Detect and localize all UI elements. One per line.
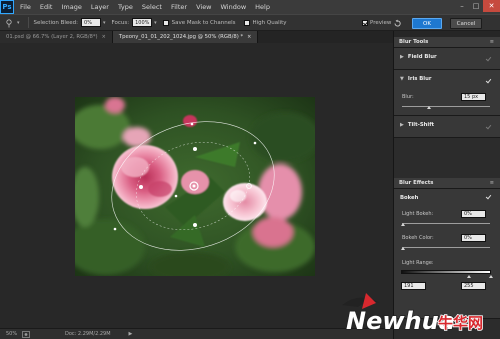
peony-photo[interactable] bbox=[75, 97, 315, 276]
menu-help[interactable]: Help bbox=[255, 3, 270, 11]
cancel-button[interactable]: Cancel bbox=[450, 18, 482, 29]
focus-dropdown-icon[interactable]: ▾ bbox=[154, 20, 157, 26]
status-bar: 50% Doc: 2.29M/2.29M ▶ bbox=[0, 328, 393, 339]
field-blur-label: Field Blur bbox=[407, 54, 437, 60]
bokeh-color-label: Bokeh Color: bbox=[402, 235, 434, 241]
blur-amount-input[interactable]: 15 px bbox=[461, 93, 486, 101]
blur-tools-title: Blur Tools bbox=[399, 39, 429, 45]
bokeh-color-slider-track[interactable] bbox=[402, 247, 490, 248]
reset-icon[interactable] bbox=[393, 19, 402, 28]
tilt-shift-label: Tilt-Shift bbox=[407, 122, 435, 128]
document-tab-bar: 01.psd @ 66.7% (Layer 2, RGB/8*) × Tpeon… bbox=[0, 31, 393, 43]
blur-amount-label: Blur: bbox=[402, 94, 414, 100]
light-bokeh-input[interactable]: 0% bbox=[461, 210, 486, 218]
preview-label: Preview bbox=[370, 20, 392, 26]
watermark-chinese: 牛华网 bbox=[438, 314, 483, 332]
minimize-button[interactable]: – bbox=[455, 0, 469, 12]
light-bokeh-slider-knob[interactable] bbox=[401, 223, 405, 226]
iris-blur-check-icon[interactable] bbox=[486, 79, 492, 85]
newhua-watermark-logo: Newhua 牛华网 bbox=[342, 293, 484, 336]
menu-edit[interactable]: Edit bbox=[40, 3, 53, 11]
light-range-min-knob[interactable] bbox=[467, 275, 471, 278]
selection-bleed-label: Selection Bleed: bbox=[33, 19, 79, 26]
tab-close-icon[interactable]: × bbox=[102, 34, 106, 40]
light-range-label: Light Range: bbox=[402, 260, 434, 266]
menu-view[interactable]: View bbox=[196, 3, 211, 11]
tilt-shift-header[interactable]: ▶ Tilt-Shift bbox=[394, 116, 500, 130]
iris-blur-header[interactable]: ▼ Iris Blur bbox=[394, 70, 500, 84]
light-bokeh-label: Light Bokeh: bbox=[402, 211, 434, 217]
light-range-max-knob[interactable] bbox=[489, 275, 493, 278]
ok-button[interactable]: OK bbox=[412, 18, 442, 29]
panel-menu-icon[interactable]: ≡ bbox=[490, 180, 494, 186]
bokeh-color-input[interactable]: 0% bbox=[461, 234, 486, 242]
window-controls: – □ ✕ bbox=[455, 0, 500, 14]
save-mask-checkbox[interactable] bbox=[162, 19, 169, 26]
preview-checkbox[interactable] bbox=[362, 20, 368, 26]
collapse-triangle-icon[interactable]: ▶ bbox=[400, 122, 404, 128]
bokeh-header: Bokeh bbox=[394, 189, 500, 203]
iris-blur-label: Iris Blur bbox=[407, 76, 432, 82]
tab-label: 01.psd @ 66.7% (Layer 2, RGB/8*) bbox=[6, 34, 98, 40]
tool-preset-arrow-icon[interactable]: ▾ bbox=[17, 20, 20, 26]
blur-effects-tab[interactable]: Blur Effects ≡ bbox=[394, 178, 500, 189]
maximize-button[interactable]: □ bbox=[469, 0, 483, 12]
tab-close-icon[interactable]: × bbox=[247, 34, 251, 40]
status-info-icon[interactable] bbox=[22, 330, 30, 338]
iris-blur-section[interactable]: ▼ Iris Blur Blur: 15 px bbox=[394, 70, 500, 116]
light-range-max-input[interactable]: 255 bbox=[461, 282, 486, 290]
menu-bar: Ps File Edit Image Layer Type Select Fil… bbox=[0, 0, 500, 14]
blur-tools-tab[interactable]: Blur Tools ≡ bbox=[394, 37, 500, 48]
menu-image[interactable]: Image bbox=[61, 3, 81, 11]
tilt-shift-section[interactable]: ▶ Tilt-Shift bbox=[394, 116, 500, 138]
selection-bleed-input[interactable]: 0% bbox=[81, 18, 102, 27]
selection-bleed-dropdown-icon[interactable]: ▾ bbox=[103, 20, 106, 26]
bokeh-check-icon[interactable] bbox=[486, 195, 492, 201]
pin-tool-icon[interactable] bbox=[4, 18, 14, 28]
canvas-area bbox=[0, 43, 393, 328]
expand-triangle-icon[interactable]: ▼ bbox=[400, 76, 404, 82]
panel-menu-icon[interactable]: ≡ bbox=[490, 39, 494, 45]
bokeh-color-slider-knob[interactable] bbox=[401, 247, 405, 250]
bokeh-label: Bokeh bbox=[400, 194, 419, 201]
tab-document-peony[interactable]: Tpeony_01_01_202_1024.jpg @ 50% (RGB/8) … bbox=[112, 31, 259, 43]
high-quality-checkbox[interactable] bbox=[243, 19, 250, 26]
options-divider bbox=[27, 17, 29, 28]
menu-file[interactable]: File bbox=[20, 3, 31, 11]
light-bokeh-slider-track[interactable] bbox=[402, 223, 490, 224]
light-range-min-input[interactable]: 191 bbox=[401, 282, 426, 290]
menu-window[interactable]: Window bbox=[221, 3, 247, 11]
blur-effects-title: Blur Effects bbox=[399, 180, 434, 186]
focus-input[interactable]: 100% bbox=[132, 18, 153, 27]
blur-slider-track[interactable] bbox=[402, 106, 490, 107]
menu-type[interactable]: Type bbox=[118, 3, 133, 11]
menu-layer[interactable]: Layer bbox=[91, 3, 109, 11]
save-mask-label: Save Mask to Channels bbox=[171, 19, 236, 26]
iris-handles-icon[interactable] bbox=[75, 97, 315, 276]
options-bar: ▾ Selection Bleed: 0% ▾ Focus: 100% ▾ Sa… bbox=[0, 14, 500, 31]
zoom-level[interactable]: 50% bbox=[6, 331, 22, 337]
focus-label: Focus: bbox=[111, 19, 130, 26]
tab-document-01psd[interactable]: 01.psd @ 66.7% (Layer 2, RGB/8*) × bbox=[0, 31, 113, 43]
dock-spacer bbox=[394, 138, 500, 178]
tab-label: Tpeony_01_01_202_1024.jpg @ 50% (RGB/8) … bbox=[118, 34, 244, 40]
menu-filter[interactable]: Filter bbox=[171, 3, 187, 11]
status-menu-arrow-icon[interactable]: ▶ bbox=[129, 331, 133, 337]
close-button[interactable]: ✕ bbox=[483, 0, 500, 12]
field-blur-header[interactable]: ▶ Field Blur bbox=[394, 48, 500, 62]
blur-slider-knob[interactable] bbox=[427, 106, 431, 109]
tilt-shift-check-icon[interactable] bbox=[486, 125, 492, 131]
high-quality-label: High Quality bbox=[252, 19, 287, 26]
document-size: Doc: 2.29M/2.29M bbox=[65, 331, 111, 337]
menu-select[interactable]: Select bbox=[142, 3, 162, 11]
collapse-triangle-icon[interactable]: ▶ bbox=[400, 54, 404, 60]
light-range-gradient[interactable] bbox=[401, 270, 491, 274]
field-blur-check-icon[interactable] bbox=[486, 57, 492, 63]
field-blur-section[interactable]: ▶ Field Blur bbox=[394, 48, 500, 70]
photoshop-logo-icon: Ps bbox=[0, 0, 14, 14]
